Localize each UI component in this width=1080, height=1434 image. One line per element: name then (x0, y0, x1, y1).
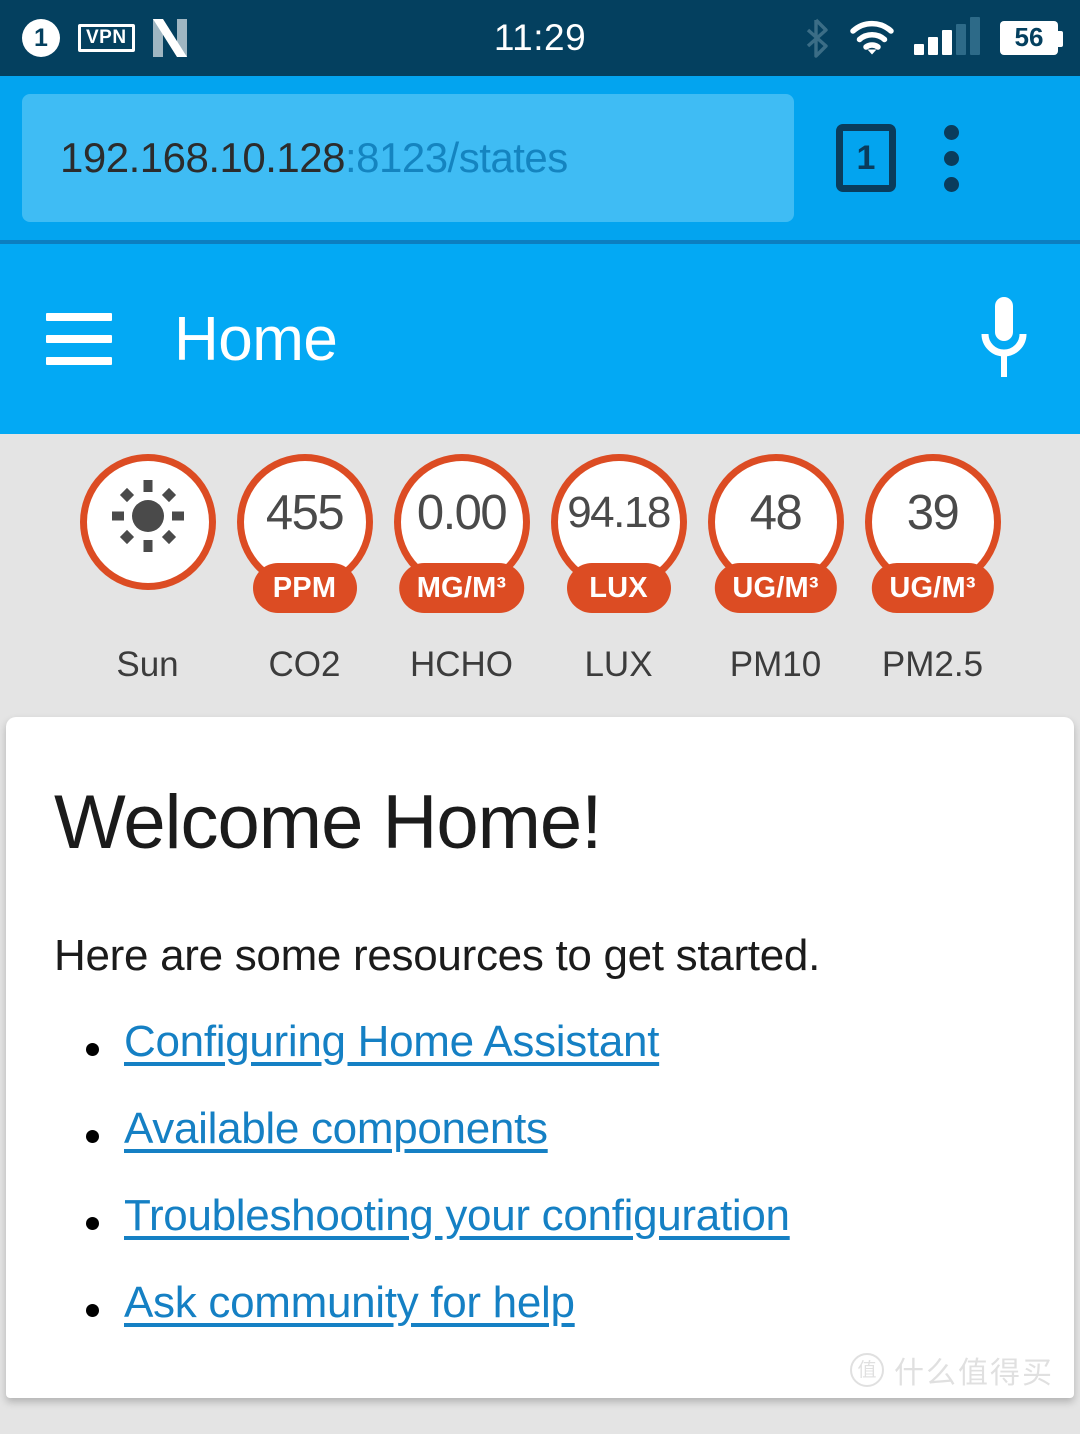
welcome-card: Welcome Home! Here are some resources to… (6, 717, 1074, 1398)
badge-circle: 39 UG/M³ (864, 454, 1001, 613)
badge-pm10[interactable]: 48 UG/M³ PM10 (707, 454, 844, 685)
kebab-menu-icon[interactable] (944, 124, 959, 192)
bluetooth-icon (804, 18, 830, 58)
url-text: 192.168.10.128:8123/states (60, 134, 568, 182)
hamburger-line (46, 357, 112, 365)
badge-hcho[interactable]: 0.00 MG/M³ HCHO (393, 454, 530, 685)
badge-co2[interactable]: 455 PPM CO2 (236, 454, 373, 685)
badge-lux[interactable]: 94.18 LUX LUX (550, 454, 687, 685)
microphone-icon[interactable] (974, 293, 1034, 385)
watermark-text: 什么值得买 (894, 1357, 1054, 1390)
badge-unit: MG/M³ (398, 563, 525, 613)
badge-label: Sun (116, 645, 179, 684)
list-item: Configuring Home Assistant (54, 1017, 1026, 1067)
badge-label: CO2 (268, 645, 341, 684)
hamburger-line (46, 335, 112, 343)
watermark-logo-icon: 值 (850, 1353, 884, 1387)
badge-value: 48 (749, 485, 803, 540)
netflix-icon (152, 19, 187, 57)
list-item: Available components (54, 1104, 1026, 1154)
browser-toolbar: 192.168.10.128:8123/states 1 (0, 76, 1080, 244)
list-item: Troubleshooting your configuration (54, 1191, 1026, 1241)
badge-unit: LUX (566, 563, 671, 613)
url-bar[interactable]: 192.168.10.128:8123/states (22, 94, 794, 222)
badge-circle: 0.00 MG/M³ (393, 454, 530, 613)
app-toolbar: Home (0, 244, 1080, 434)
resource-link-list: Configuring Home Assistant Available com… (54, 1017, 1026, 1328)
link-ask-community-for-help[interactable]: Ask community for help (124, 1278, 575, 1327)
kebab-dot (944, 124, 959, 140)
badge-circle (79, 454, 216, 590)
status-bar-left-icons: 1 VPN (22, 19, 187, 57)
page-title: Home (174, 304, 338, 374)
hamburger-line (46, 313, 112, 321)
badge-value: 0.00 (416, 485, 508, 540)
badge-unit: UG/M³ (871, 563, 994, 613)
badge-value: 94.18 (567, 488, 671, 537)
link-troubleshooting-your-configuration[interactable]: Troubleshooting your configuration (124, 1191, 790, 1240)
list-item: Ask community for help (54, 1278, 1026, 1328)
intro-text: Here are some resources to get started. (54, 930, 820, 980)
badge-circle: 455 PPM (236, 454, 373, 613)
vpn-icon: VPN (78, 23, 135, 53)
content-area: Welcome Home! Here are some resources to… (0, 717, 1080, 1434)
sensor-badge-row: Sun 455 PPM CO2 0.00 MG/M³ HCHO 94.18 LU… (0, 434, 1080, 717)
badge-circle: 94.18 LUX (550, 454, 687, 613)
badge-pm25[interactable]: 39 UG/M³ PM2.5 (864, 454, 1001, 685)
android-status-bar: 1 VPN 11:29 56 (0, 0, 1080, 76)
badge-label: HCHO (409, 645, 514, 684)
url-path: :8123/states (344, 134, 568, 181)
status-bar-right-icons: 56 (804, 17, 1063, 58)
kebab-dot (944, 150, 959, 166)
link-available-components[interactable]: Available components (124, 1104, 548, 1153)
link-configuring-home-assistant[interactable]: Configuring Home Assistant (124, 1017, 659, 1066)
welcome-heading: Welcome Home! (54, 780, 602, 865)
badge-label: LUX (584, 645, 653, 684)
hamburger-menu-icon[interactable] (46, 313, 112, 365)
badge-sun[interactable]: Sun (79, 454, 216, 685)
badge-unit: PPM (252, 563, 357, 613)
tab-count-button[interactable]: 1 (836, 124, 896, 192)
kebab-dot (944, 176, 959, 192)
badge-value: 455 (265, 485, 345, 540)
badge-unit: UG/M³ (714, 563, 837, 613)
cellular-signal-icon (914, 17, 980, 55)
wifi-icon (850, 20, 894, 56)
battery-icon: 56 (1000, 20, 1063, 56)
url-host: 192.168.10.128 (60, 134, 345, 181)
badge-value: 39 (906, 485, 960, 540)
notification-count-icon: 1 (22, 19, 60, 57)
badge-label: PM2.5 (881, 645, 984, 684)
sun-icon (111, 479, 185, 553)
badge-label: PM10 (729, 645, 822, 684)
badge-circle: 48 UG/M³ (707, 454, 844, 613)
watermark: 值 什么值得买 (850, 1348, 1054, 1392)
